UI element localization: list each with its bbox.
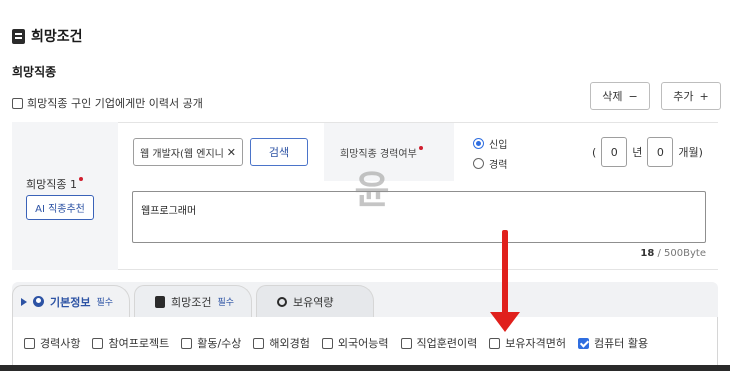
play-icon: [21, 297, 27, 306]
checkbox-box[interactable]: [181, 337, 193, 349]
add-button[interactable]: 추가 +: [661, 82, 721, 110]
radio-new[interactable]: 신입: [473, 136, 507, 151]
user-icon: [33, 296, 44, 307]
checkbox-box[interactable]: [24, 337, 35, 349]
required-dot: [418, 146, 423, 150]
skill-icon: [277, 296, 287, 307]
required-tag: 필수: [96, 298, 114, 308]
tab-label: 희망조건: [171, 295, 212, 309]
radio-new-label: 신입: [489, 140, 508, 151]
radio-career-label: 경력: [489, 160, 508, 171]
document-icon: [155, 295, 165, 308]
search-button[interactable]: 검색: [250, 138, 308, 166]
delete-label: 삭제: [602, 90, 623, 103]
checkbox-box[interactable]: [400, 337, 412, 349]
document-icon: [12, 28, 25, 44]
check-label: 경력사항: [40, 337, 81, 350]
checkbox-box[interactable]: [12, 97, 23, 109]
delete-button[interactable]: 삭제 −: [590, 82, 650, 110]
private-resume-label: 희망직종 구인 기업에게만 이력서 공개: [27, 97, 203, 110]
check-computer[interactable]: 컴퓨터 활용: [577, 335, 649, 351]
annotation-arrow-head: [490, 312, 520, 332]
check-label: 활동/수상: [197, 337, 242, 350]
months-input[interactable]: 0: [647, 137, 674, 167]
job-description-textarea[interactable]: 웹프로그래머: [132, 191, 706, 243]
months-unit: 개월): [678, 146, 703, 159]
job-field-label-text: 희망직종 1: [26, 178, 77, 191]
tab-desired-conditions[interactable]: 희망조건 필수: [134, 285, 252, 317]
radio-career[interactable]: 경력: [473, 156, 507, 171]
radio-button[interactable]: [473, 138, 484, 149]
section-header: 희망조건: [12, 26, 83, 46]
check-projects[interactable]: 참여프로젝트: [92, 335, 169, 351]
private-resume-checkbox[interactable]: 희망직종 구인 기업에게만 이력서 공개: [12, 95, 203, 111]
check-overseas[interactable]: 해외경험: [253, 335, 310, 351]
checkbox-box[interactable]: [92, 337, 104, 349]
byte-counter: 18 / 500Byte: [640, 248, 706, 259]
check-label: 컴퓨터 활용: [593, 337, 649, 350]
bottom-bar: [0, 365, 730, 371]
check-label: 외국어능력: [337, 337, 389, 350]
annotation-arrow-shaft: [502, 230, 508, 314]
checkbox-box[interactable]: [489, 337, 501, 349]
byte-max: / 500Byte: [654, 248, 707, 259]
check-career[interactable]: 경력사항: [24, 335, 80, 351]
career-period: ( 0 년 0 개월): [592, 137, 703, 167]
job-field-label: 희망직종 1: [26, 176, 83, 192]
plus-icon: +: [699, 89, 709, 103]
tab-label: 기본정보: [50, 295, 91, 309]
job-input-value: 웹 개발자(웹 엔지니: [140, 148, 224, 160]
clear-icon[interactable]: ✕: [227, 146, 236, 159]
add-label: 추가: [673, 90, 694, 103]
years-input[interactable]: 0: [601, 137, 628, 167]
tab-competencies[interactable]: 보유역량: [256, 285, 374, 317]
checkbox-box[interactable]: [321, 337, 333, 349]
check-activities[interactable]: 활동/수상: [181, 335, 241, 351]
check-languages[interactable]: 외국어능력: [321, 335, 389, 351]
check-label: 보유자격면허: [505, 337, 566, 350]
checkbox-box[interactable]: [577, 337, 589, 349]
required-tag: 필수: [217, 298, 235, 308]
job-subtitle: 희망직종: [12, 65, 57, 79]
radio-button[interactable]: [473, 158, 484, 169]
check-label: 해외경험: [269, 337, 310, 350]
required-dot: [78, 177, 83, 181]
check-training[interactable]: 직업훈련이력: [400, 335, 478, 351]
competency-checklist: 경력사항 참여프로젝트 활동/수상 해외경험 외국어능력 직업훈련이력 보유자격…: [24, 335, 648, 351]
tab-basic-info[interactable]: 기본정보 필수: [12, 285, 130, 317]
years-unit: 년: [632, 146, 643, 159]
checkbox-box[interactable]: [253, 337, 265, 349]
byte-count: 18: [640, 248, 655, 259]
tab-label: 보유역량: [293, 295, 334, 309]
check-label: 직업훈련이력: [416, 337, 478, 350]
check-label: 참여프로젝트: [108, 337, 170, 350]
period-open: (: [592, 145, 597, 159]
ai-recommend-button[interactable]: AI 직종추천: [26, 195, 94, 220]
minus-icon: −: [628, 89, 638, 103]
check-licenses[interactable]: 보유자격면허: [489, 335, 566, 351]
section-title: 희망조건: [31, 29, 83, 45]
job-input[interactable]: 웹 개발자(웹 엔지니 ✕: [133, 138, 243, 166]
